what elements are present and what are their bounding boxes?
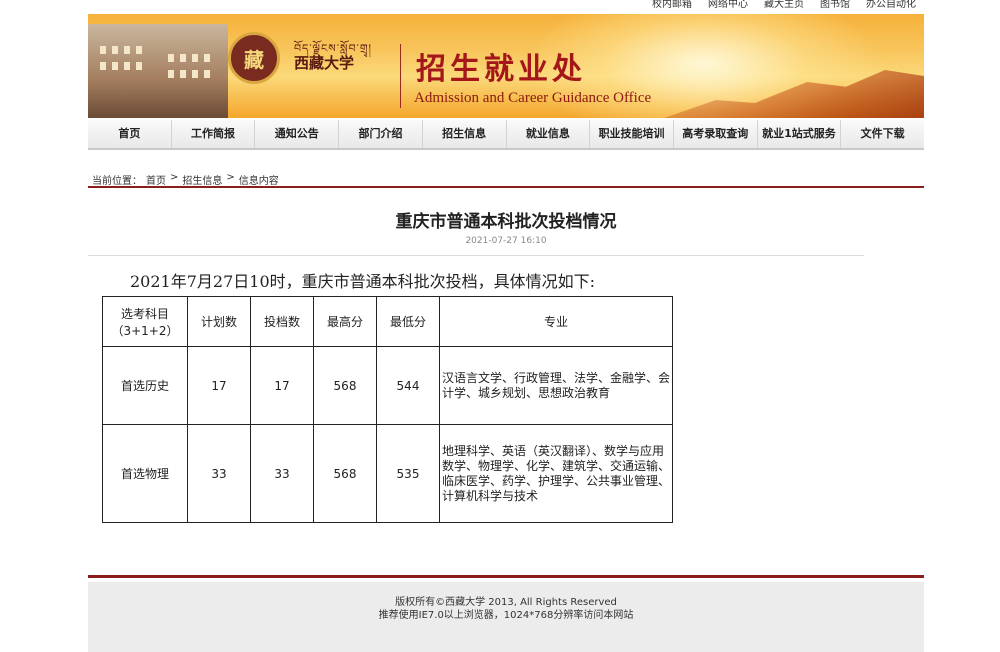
table-cell: 568 bbox=[313, 424, 377, 523]
toplink-mail[interactable]: 校内邮箱 bbox=[644, 0, 700, 14]
table-header-cell: 专业 bbox=[439, 296, 673, 347]
table-header-cell: 计划数 bbox=[187, 296, 251, 347]
university-emblem-logo[interactable]: 藏 bbox=[228, 32, 280, 84]
admission-table: 选考科目（3+1+2） 计划数 投档数 最高分 最低分 专业 首选历史 17 1… bbox=[102, 296, 673, 523]
footer-rule bbox=[88, 575, 924, 578]
university-name: 西藏大学 bbox=[294, 54, 355, 72]
site-banner: 藏 བོད་ལྗོངས་སློབ་གྲྭ། 西藏大学 招生就业处 Admissi… bbox=[88, 14, 924, 118]
nav-item-admissions[interactable]: 招生信息 bbox=[423, 120, 507, 148]
main-nav: 首页 工作简报 通知公告 部门介绍 招生信息 就业信息 职业技能培训 高考录取查… bbox=[88, 120, 924, 150]
nav-item-home[interactable]: 首页 bbox=[88, 120, 172, 148]
table-cell: 33 bbox=[187, 424, 251, 523]
table-header-cell: 最低分 bbox=[376, 296, 440, 347]
nav-item-about[interactable]: 部门介绍 bbox=[339, 120, 423, 148]
footer: 版权所有©西藏大学 2013, All Rights Reserved 推荐使用… bbox=[88, 582, 924, 652]
campus-building-image bbox=[88, 24, 228, 118]
nav-item-score-query[interactable]: 高考录取查询 bbox=[674, 120, 758, 148]
nav-item-employment[interactable]: 就业信息 bbox=[507, 120, 591, 148]
table-cell: 17 bbox=[250, 346, 314, 425]
toplink-homepage[interactable]: 藏大主页 bbox=[756, 0, 812, 14]
table-cell: 544 bbox=[376, 346, 440, 425]
banner-divider bbox=[400, 44, 401, 108]
article-date: 2021-07-27 16:10 bbox=[465, 236, 547, 246]
table-cell: 535 bbox=[376, 424, 440, 523]
table-cell: 首选物理 bbox=[102, 424, 188, 523]
article-divider bbox=[88, 255, 864, 256]
nav-item-downloads[interactable]: 文件下载 bbox=[841, 120, 924, 148]
table-cell-majors: 汉语言文学、行政管理、法学、金融学、会计学、城乡规划、思想政治教育 bbox=[439, 346, 673, 425]
table-header-cell: 选考科目（3+1+2） bbox=[102, 296, 188, 347]
table-header-cell: 最高分 bbox=[313, 296, 377, 347]
office-title-en: Admission and Career Guidance Office bbox=[414, 90, 652, 106]
breadcrumb-section[interactable]: 招生信息 bbox=[182, 172, 222, 187]
table-cell-majors: 地理科学、英语（英汉翻译）、数学与应用数学、物理学、化学、建筑学、交通运输、临床… bbox=[439, 424, 673, 523]
content-top-rule bbox=[88, 186, 924, 188]
table-header-row: 选考科目（3+1+2） 计划数 投档数 最高分 最低分 专业 bbox=[102, 296, 673, 347]
breadcrumb-home[interactable]: 首页 bbox=[146, 172, 166, 187]
table-cell: 33 bbox=[250, 424, 314, 523]
breadcrumb: 当前位置： 首页 > 招生信息 > 信息内容 bbox=[92, 172, 279, 187]
table-row: 首选历史 17 17 568 544 汉语言文学、行政管理、法学、金融学、会计学… bbox=[102, 346, 673, 425]
top-links: 校内邮箱 网络中心 藏大主页 图书馆 办公自动化 bbox=[644, 0, 924, 14]
footer-copyright: 版权所有©西藏大学 2013, All Rights Reserved bbox=[395, 597, 617, 608]
page: 校内邮箱 网络中心 藏大主页 图书馆 办公自动化 藏 བོད་ལྗོངས་སློ… bbox=[88, 0, 924, 652]
nav-item-notices[interactable]: 通知公告 bbox=[255, 120, 340, 148]
breadcrumb-sep: > bbox=[226, 172, 235, 183]
toplink-library[interactable]: 图书馆 bbox=[812, 0, 858, 14]
table-header-cell: 投档数 bbox=[250, 296, 314, 347]
breadcrumb-label: 当前位置： bbox=[92, 176, 142, 187]
nav-item-briefings[interactable]: 工作简报 bbox=[172, 120, 256, 148]
toplink-office[interactable]: 办公自动化 bbox=[858, 0, 924, 14]
toplink-network[interactable]: 网络中心 bbox=[700, 0, 756, 14]
footer-recommendation: 推荐使用IE7.0以上浏览器，1024*768分辨率访问本网站 bbox=[378, 610, 634, 621]
article-title: 重庆市普通本科批次投档情况 bbox=[395, 212, 617, 232]
breadcrumb-current: 信息内容 bbox=[238, 176, 279, 187]
office-title-cn: 招生就业处 bbox=[416, 52, 586, 87]
article-lead: 2021年7月27日10时，重庆市普通本科批次投档，具体情况如下: bbox=[130, 272, 596, 291]
emblem-text: 藏 bbox=[244, 47, 264, 72]
table-cell: 17 bbox=[187, 346, 251, 425]
breadcrumb-sep: > bbox=[170, 172, 179, 183]
table-cell: 首选历史 bbox=[102, 346, 188, 425]
table-row: 首选物理 33 33 568 535 地理科学、英语（英汉翻译）、数学与应用数学… bbox=[102, 424, 673, 523]
nav-item-one-stop[interactable]: 就业1站式服务 bbox=[758, 120, 842, 148]
table-cell: 568 bbox=[313, 346, 377, 425]
nav-item-training[interactable]: 职业技能培训 bbox=[590, 120, 674, 148]
